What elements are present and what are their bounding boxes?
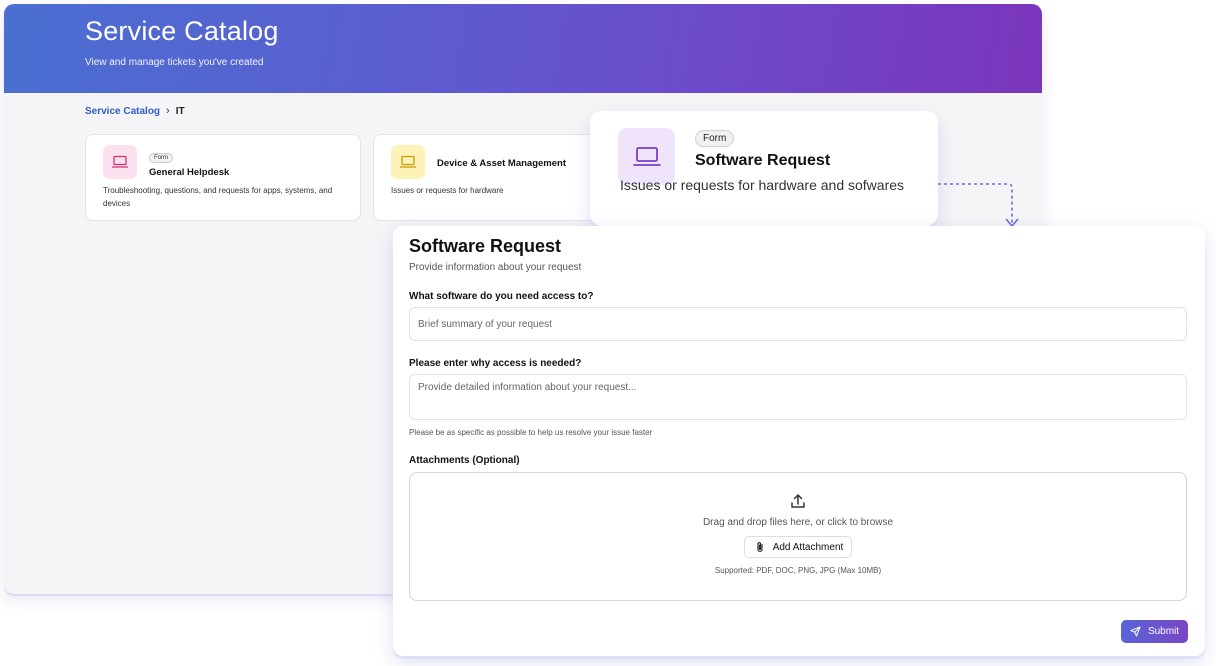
page-title: Service Catalog — [85, 16, 279, 46]
featured-description: Issues or requests for hardware and sofw… — [620, 177, 905, 193]
breadcrumb-current: IT — [175, 105, 185, 117]
paperclip-icon — [757, 542, 763, 553]
submit-button[interactable]: Submit — [1121, 620, 1188, 643]
attachments-label: Attachments (Optional) — [409, 455, 520, 466]
catalog-card-device-asset-management[interactable]: Device & Asset Management Issues or requ… — [373, 134, 613, 221]
form-title: Software Request — [409, 236, 562, 256]
software-input[interactable] — [409, 307, 1187, 341]
add-attachment-button[interactable]: Add Attachment — [743, 536, 853, 558]
featured-card-software-request[interactable]: Form Software Request Issues or requests… — [590, 111, 938, 226]
card-description: Troubleshooting, questions, and requests… — [103, 186, 333, 208]
reason-field-label: Please enter why access is needed? — [409, 358, 582, 369]
chevron-right-icon: › — [166, 105, 170, 117]
attachment-dropzone[interactable]: Drag and drop files here, or click to br… — [409, 472, 1187, 601]
catalog-card-general-helpdesk[interactable]: Form General Helpdesk Troubleshooting, q… — [85, 134, 361, 221]
breadcrumb: Service Catalog › IT — [85, 105, 185, 117]
card-description: Issues or requests for hardware — [391, 186, 504, 195]
software-field-label: What software do you need access to? — [409, 291, 594, 302]
form-badge: Form — [149, 153, 173, 163]
form-badge: Form — [695, 130, 735, 147]
dropzone-text: Drag and drop files here, or click to br… — [702, 517, 894, 528]
add-attachment-label: Add Attachment — [772, 541, 844, 553]
card-title: Device & Asset Management — [437, 158, 567, 169]
software-request-form: Software Request Provide information abo… — [393, 226, 1205, 656]
laptop-icon — [103, 145, 137, 179]
card-title: General Helpdesk — [149, 167, 230, 178]
featured-title: Software Request — [695, 152, 831, 169]
upload-icon — [791, 494, 805, 508]
page-subtitle: View and manage tickets you've created — [85, 57, 264, 68]
form-subtitle: Provide information about your request — [409, 262, 582, 273]
connector-arrow-icon — [938, 183, 1019, 228]
laptop-icon — [391, 145, 425, 179]
send-icon — [1130, 626, 1141, 637]
catalog-header: Service Catalog View and manage tickets … — [4, 4, 1042, 93]
reason-textarea[interactable] — [409, 374, 1187, 420]
submit-label: Submit — [1147, 626, 1180, 637]
supported-formats: Supported: PDF, DOC, PNG, JPG (Max 10MB) — [714, 566, 882, 575]
reason-hint: Please be as specific as possible to hel… — [409, 428, 653, 437]
breadcrumb-service-catalog[interactable]: Service Catalog — [85, 106, 160, 117]
